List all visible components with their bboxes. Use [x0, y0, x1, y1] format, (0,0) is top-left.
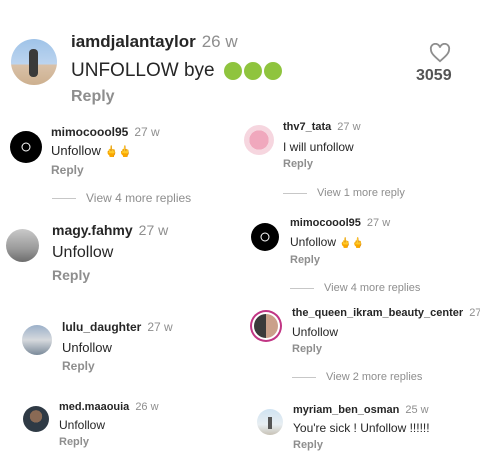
comment-time: 26 w [135, 401, 159, 413]
reply-button[interactable]: Reply [290, 254, 320, 266]
reply-button[interactable]: Reply [283, 158, 313, 170]
comment-text: You're sick ! Unfollow !!!!!! [293, 421, 430, 435]
comment-text: I will unfollow [283, 140, 354, 154]
avatar[interactable] [244, 125, 274, 155]
reply-button[interactable]: Reply [71, 88, 115, 106]
view-more-replies-button[interactable]: View 2 more replies [292, 371, 422, 383]
comment-username[interactable]: mimocoool95 27 w [51, 125, 160, 139]
reply-button[interactable]: Reply [59, 436, 89, 448]
nauseated-face-icon [243, 61, 262, 80]
reply-button[interactable]: Reply [62, 359, 95, 373]
like-button[interactable] [425, 41, 455, 65]
avatar[interactable] [257, 409, 283, 435]
comment-text: UNFOLLOW bye [71, 60, 282, 82]
comment-username[interactable]: lulu_daughter 27 w [62, 320, 173, 334]
comment-username[interactable]: myriam_ben_osman 25 w [293, 404, 429, 416]
comment-username[interactable]: mimocoool95 27 w [290, 217, 390, 229]
emoji: 🖕🖕 [339, 238, 365, 249]
heart-icon [429, 43, 451, 63]
view-more-replies-button[interactable]: View 4 more replies [290, 282, 420, 294]
logo-icon [21, 142, 31, 152]
comment-time: 25 w [405, 404, 429, 416]
comment-text: Unfollow [52, 244, 114, 261]
avatar[interactable] [6, 229, 39, 262]
comment-text: Unfollow [59, 418, 106, 432]
comment-username[interactable]: iamdjalantaylor 26 w [71, 32, 238, 52]
avatar[interactable] [23, 406, 49, 432]
avatar[interactable] [10, 131, 42, 163]
view-more-replies-button[interactable]: View 4 more replies [52, 191, 191, 205]
comment-text: Unfollow 🖕🖕 [51, 143, 132, 158]
comment-text: Unfollow [62, 340, 112, 355]
avatar[interactable] [250, 310, 282, 342]
like-count: 3059 [416, 67, 452, 84]
comment-username[interactable]: the_queen_ikram_beauty_center27 w [292, 307, 480, 319]
reply-button[interactable]: Reply [51, 163, 84, 177]
comment-text: Unfollow 🖕🖕 [290, 235, 365, 249]
avatar[interactable] [251, 223, 279, 251]
comment-time: 27 w [337, 121, 361, 133]
nauseated-face-icon [223, 61, 242, 80]
comment-time: 26 w [201, 32, 238, 51]
comment-username[interactable]: med.maaouia 26 w [59, 401, 159, 413]
comment-username[interactable]: magy.fahmy 27 w [52, 222, 168, 238]
reply-button[interactable]: Reply [293, 439, 323, 451]
nauseated-face-icon [263, 61, 282, 80]
comment-username[interactable]: thv7_tata 27 w [283, 121, 361, 133]
comment-time: 27 w [134, 125, 160, 139]
logo-icon [260, 232, 270, 242]
comment-text: Unfollow [292, 325, 339, 339]
reply-button[interactable]: Reply [52, 267, 90, 283]
avatar[interactable] [11, 39, 57, 85]
comment-time: 27 w [138, 222, 169, 238]
comment-time: 27 w [147, 320, 173, 334]
view-more-replies-button[interactable]: View 1 more reply [283, 187, 405, 199]
comment-time: 27 w [366, 217, 391, 229]
emoji: 🖕🖕 [104, 146, 132, 158]
avatar[interactable] [22, 325, 52, 355]
reply-button[interactable]: Reply [292, 343, 322, 355]
comment-time: 27 w [469, 307, 480, 319]
